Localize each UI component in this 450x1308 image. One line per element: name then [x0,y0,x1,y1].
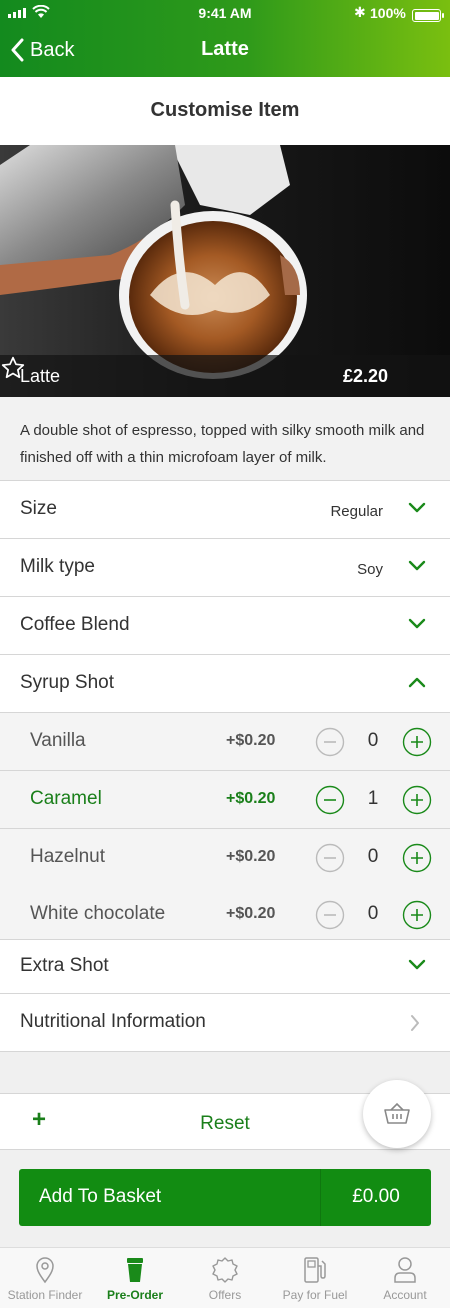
syrup-quantity: 0 [367,730,379,751]
tab-label: Station Finder [7,1288,83,1302]
tab-label: Pre-Order [106,1288,164,1302]
product-image: Latte £2.20 [0,145,450,397]
chevron-down-icon [408,959,426,970]
back-label: Back [30,38,75,61]
syrup-option-white-chocolate: White chocolate +$0.20 0 [0,886,450,940]
syrup-price: +$0.20 [226,732,276,749]
decrement-button[interactable] [315,785,345,815]
syrup-option-caramel: Caramel +$0.20 1 [0,771,450,829]
section-title: Customise Item [0,77,450,145]
syrup-name: Vanilla [30,730,86,751]
tab-station-finder[interactable]: Station Finder [0,1248,90,1308]
product-price: £2.20 [342,366,388,386]
nutritional-info-label: Nutritional Information [20,1011,206,1032]
syrup-quantity: 0 [367,846,379,867]
status-bar: 9:41 AM ✱ 100% [0,4,450,22]
increment-button[interactable] [402,785,432,815]
size-label: Size [20,498,57,519]
milk-type-selector[interactable]: Milk type Soy [0,539,450,597]
coffee-blend-selector[interactable]: Coffee Blend [0,597,450,655]
tab-account[interactable]: Account [360,1248,450,1308]
syrup-option-vanilla: Vanilla +$0.20 0 [0,713,450,771]
syrup-price: +$0.20 [226,905,276,922]
basket-total: £0.00 [352,1186,400,1207]
extra-shot-selector[interactable]: Extra Shot [0,940,450,994]
chevron-down-icon [408,560,426,571]
tab-pre-order[interactable]: Pre-Order [90,1248,180,1308]
syrup-name: White chocolate [30,903,166,924]
decrement-button[interactable] [315,900,345,930]
product-info-bar: Latte £2.20 [0,355,450,397]
battery-percent: 100% [370,5,406,21]
size-value: Regular [330,503,383,520]
chevron-left-icon [11,38,24,62]
syrup-option-hazelnut: Hazelnut +$0.20 0 [0,829,450,887]
syrup-name: Hazelnut [30,846,105,867]
size-selector[interactable]: Size Regular [0,481,450,539]
coffee-cup-icon [127,1258,143,1282]
fuel-pump-icon [304,1257,326,1283]
milk-type-label: Milk type [20,556,95,577]
chevron-up-icon [408,677,426,688]
add-to-basket-label: Add To Basket [39,1186,162,1207]
tab-label: Offers [208,1288,242,1302]
tab-offers[interactable]: Offers [180,1248,270,1308]
tab-pay-for-fuel[interactable]: Pay for Fuel [270,1248,360,1308]
milk-type-value: Soy [357,561,383,578]
syrup-price: +$0.20 [226,848,276,865]
nav-header: 9:41 AM ✱ 100% Back Latte [0,0,450,77]
decrement-button[interactable] [315,727,345,757]
chevron-down-icon [408,618,426,629]
decrement-button[interactable] [315,843,345,873]
syrup-shot-label: Syrup Shot [20,672,114,693]
extra-shot-label: Extra Shot [20,955,109,976]
nutritional-info-link[interactable]: Nutritional Information [0,994,450,1052]
syrup-quantity: 0 [367,903,379,924]
battery-icon [412,9,444,22]
back-button[interactable]: Back [10,38,74,62]
favourite-star-icon[interactable] [0,355,26,381]
product-name: Latte [20,366,61,386]
map-pin-icon [36,1257,54,1284]
syrup-price: +$0.20 [226,790,276,807]
syrup-shot-selector[interactable]: Syrup Shot [0,655,450,713]
tab-label: Account [383,1288,427,1302]
tab-label: Pay for Fuel [282,1288,348,1302]
person-icon [394,1257,416,1283]
increment-button[interactable] [402,900,432,930]
increment-button[interactable] [402,727,432,757]
syrup-name: Caramel [30,788,102,809]
chevron-down-icon [408,502,426,513]
tab-bar: Station Finder Pre-Order Offers Pay for … [0,1247,450,1308]
chevron-right-icon [411,1015,419,1031]
basket-icon [384,1102,410,1124]
basket-button[interactable] [363,1080,431,1148]
increment-button[interactable] [402,843,432,873]
bluetooth-icon: ✱ [354,4,366,20]
add-to-basket-button[interactable]: Add To Basket £0.00 [19,1169,431,1226]
syrup-quantity: 1 [367,788,379,809]
product-description: A double shot of espresso, topped with s… [0,397,450,481]
offer-badge-icon [212,1257,238,1283]
coffee-blend-label: Coffee Blend [20,614,130,635]
